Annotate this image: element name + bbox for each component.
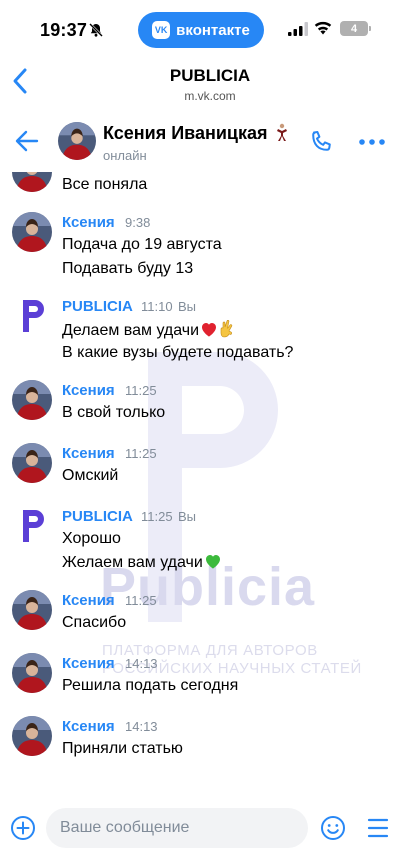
message-self-label: Вы <box>178 509 197 524</box>
bell-muted-icon <box>89 23 103 37</box>
message-author[interactable]: Ксения <box>62 382 115 399</box>
battery-indicator: 4 <box>340 21 371 36</box>
message-self-label: Вы <box>178 299 197 314</box>
avatar[interactable] <box>12 212 52 252</box>
message-time: 11:25 <box>125 593 157 608</box>
message-text: Приняли статью <box>62 740 183 757</box>
message-input-wrapper <box>46 808 308 848</box>
browser-title: PUBLICIA <box>169 66 251 85</box>
message-time: 14:13 <box>125 656 158 671</box>
message-author[interactable]: Ксения <box>62 592 115 609</box>
vk-app-pill[interactable]: VK вконтакте <box>138 12 264 48</box>
message-text: Желаем вам удачи <box>62 554 221 572</box>
signal-icon <box>288 22 308 36</box>
wifi-icon <box>314 21 332 35</box>
crossed-fingers-emoji <box>220 320 233 338</box>
vk-logo-icon: VK <box>152 21 171 39</box>
publicia-logo-icon[interactable] <box>12 296 52 336</box>
avatar[interactable] <box>12 590 52 630</box>
publicia-logo-icon[interactable] <box>12 506 52 546</box>
message-text: Спасибо <box>62 614 127 631</box>
chat-header: Ксения Иваницкая онлайн <box>0 112 420 172</box>
message-time: 14:13 <box>125 719 158 734</box>
browser-bar: PUBLICIA m.vk.com <box>0 56 420 108</box>
message-text: Подавать буду 13 <box>62 260 194 277</box>
message-text: В свой только <box>62 404 166 421</box>
phone-icon[interactable] <box>308 129 334 155</box>
message-author[interactable]: PUBLICIA <box>62 508 133 525</box>
message-author[interactable]: PUBLICIA <box>62 298 133 315</box>
arrow-back-icon[interactable] <box>14 128 40 154</box>
message-text: Все поняла <box>62 176 148 193</box>
more-icon[interactable] <box>358 138 386 146</box>
message-text: Подача до 19 августа <box>62 236 222 253</box>
message-list[interactable]: Publicia ПЛАТФОРМА ДЛЯ АВТОРОВ РОССИЙСКИ… <box>0 172 420 800</box>
status-bar: 19:37 VK вконтакте 4 <box>0 0 420 56</box>
message-time: 11:25 <box>141 509 173 524</box>
message-author[interactable]: Ксения <box>62 718 115 735</box>
message-text: Решила подать сегодня <box>62 677 239 694</box>
message-time: 11:25 <box>125 446 157 461</box>
message-text: Хорошо <box>62 530 121 547</box>
chat-status: онлайн <box>103 148 147 163</box>
message-time: 11:25 <box>125 383 157 398</box>
smile-icon[interactable] <box>320 815 346 841</box>
composer <box>0 800 420 858</box>
publicia-watermark-logo-icon <box>148 352 278 622</box>
message-author[interactable]: Ксения <box>62 655 115 672</box>
avatar[interactable] <box>12 653 52 693</box>
avatar[interactable] <box>12 172 52 192</box>
vk-pill-label: вконтакте <box>176 21 250 39</box>
avatar[interactable] <box>12 716 52 756</box>
status-time: 19:37 <box>40 20 88 40</box>
plus-icon[interactable] <box>10 815 36 841</box>
message-time: 11:10 <box>141 299 173 314</box>
chat-name: Ксения Иваницкая <box>103 123 289 144</box>
avatar[interactable] <box>58 122 96 160</box>
green-heart-emoji <box>205 555 220 569</box>
heart-emoji <box>202 323 217 337</box>
message-text: Делаем вам удачи <box>62 320 235 340</box>
message-text: В какие вузы будете подавать? <box>62 344 294 361</box>
message-input[interactable] <box>60 808 300 848</box>
browser-url: m.vk.com <box>184 89 236 103</box>
message-author[interactable]: Ксения <box>62 214 115 231</box>
dancer-emoji <box>276 123 287 141</box>
avatar[interactable] <box>12 380 52 420</box>
menu-icon[interactable] <box>366 817 390 839</box>
message-time: 9:38 <box>125 215 151 230</box>
avatar[interactable] <box>12 443 52 483</box>
message-text: Омский <box>62 467 119 484</box>
message-author[interactable]: Ксения <box>62 445 115 462</box>
